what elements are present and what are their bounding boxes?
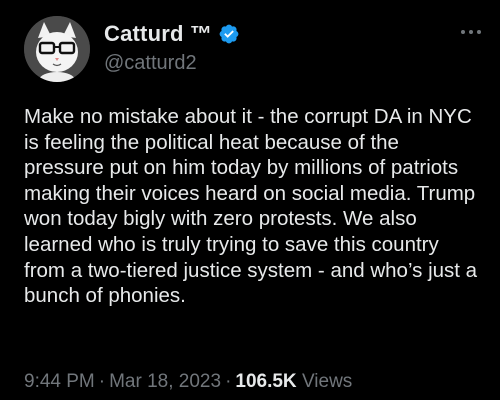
meta-separator: · [98,371,106,392]
cat-with-glasses-avatar-icon [24,16,90,82]
more-options-button[interactable] [458,22,484,42]
tweet-text: Make no mistake about it - the corrupt D… [24,105,478,308]
views-label: Views [301,371,353,392]
tweet-date[interactable]: Mar 18, 2023 [109,371,221,392]
tweet-card: Catturd ™ @catturd2 Make no mistake abou… [0,0,500,400]
views-count[interactable]: 106.5K [235,371,296,392]
more-options-icon [461,30,481,34]
avatar[interactable] [24,16,90,82]
tweet-meta: 9:44 PM · Mar 18, 2023 · 106.5K Views [24,371,352,393]
tweet-time[interactable]: 9:44 PM [24,371,95,392]
name-row: Catturd ™ [104,21,240,47]
user-handle[interactable]: @catturd2 [104,52,197,75]
verified-badge-icon [218,23,240,45]
display-name[interactable]: Catturd ™ [104,21,212,47]
meta-separator-2: · [225,371,232,392]
